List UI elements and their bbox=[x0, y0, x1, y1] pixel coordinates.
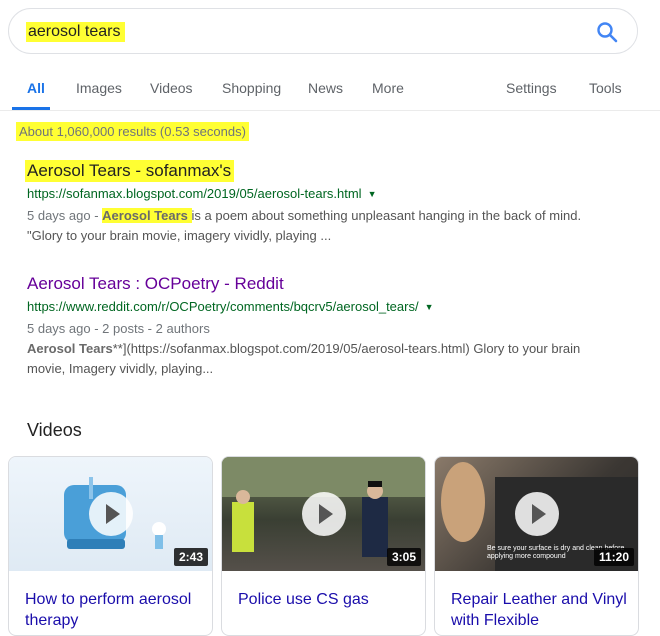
result-date: 5 days ago - bbox=[27, 208, 103, 223]
snippet-keyword: Aerosol Tears bbox=[102, 208, 192, 223]
video-thumbnail[interactable]: 2:43 bbox=[9, 457, 212, 571]
caret-down-icon[interactable]: ▼ bbox=[425, 298, 434, 316]
search-input[interactable]: aerosol tears bbox=[26, 22, 125, 42]
result-date: 5 days ago - 2 posts - 2 authors bbox=[27, 321, 210, 336]
video-title[interactable]: How to perform aerosol therapy bbox=[25, 589, 202, 631]
result-title-link[interactable]: Aerosol Tears : OCPoetry - Reddit bbox=[25, 273, 287, 295]
result-url-text[interactable]: https://sofanmax.blogspot.com/2019/05/ae… bbox=[27, 186, 362, 201]
result-title-link[interactable]: Aerosol Tears - sofanmax's bbox=[25, 160, 235, 182]
video-duration: 3:05 bbox=[386, 548, 421, 566]
play-icon[interactable] bbox=[302, 492, 346, 536]
video-thumbnail[interactable]: Be sure your surface is dry and clean be… bbox=[435, 457, 638, 571]
search-result: Aerosol Tears : OCPoetry - Reddit https:… bbox=[27, 273, 627, 379]
tab-settings[interactable]: Settings bbox=[506, 80, 557, 96]
tab-images[interactable]: Images bbox=[76, 80, 122, 96]
search-bar[interactable]: aerosol tears bbox=[8, 8, 638, 54]
search-icon[interactable] bbox=[595, 20, 619, 44]
snippet-text-line2: movie, Imagery vividly, playing... bbox=[27, 361, 214, 376]
tab-shopping[interactable]: Shopping bbox=[222, 80, 281, 96]
snippet-text: **](https://sofanmax.blogspot.com/2019/0… bbox=[112, 341, 581, 356]
video-thumbnail[interactable]: 3:05 bbox=[222, 457, 425, 571]
video-card[interactable]: Be sure your surface is dry and clean be… bbox=[434, 456, 639, 636]
snippet-text-line2: "Glory to your brain movie, imagery vivi… bbox=[27, 228, 332, 243]
tab-tools[interactable]: Tools bbox=[589, 80, 622, 96]
result-url-text[interactable]: https://www.reddit.com/r/OCPoetry/commen… bbox=[27, 299, 419, 314]
tab-videos[interactable]: Videos bbox=[150, 80, 193, 96]
snippet-text: is a poem about something unpleasant han… bbox=[191, 208, 582, 223]
video-card[interactable]: 2:43 How to perform aerosol therapy bbox=[8, 456, 213, 636]
video-title[interactable]: Repair Leather and Vinyl with Flexible bbox=[451, 589, 628, 631]
tab-more[interactable]: More bbox=[372, 80, 404, 96]
tab-all[interactable]: All bbox=[27, 80, 45, 96]
video-title[interactable]: Police use CS gas bbox=[238, 589, 415, 610]
tabs-divider bbox=[0, 110, 660, 111]
video-duration: 11:20 bbox=[593, 548, 634, 566]
result-snippet: 5 days ago - Aerosol Tears is a poem abo… bbox=[27, 206, 627, 246]
tab-news[interactable]: News bbox=[308, 80, 343, 96]
result-url: https://sofanmax.blogspot.com/2019/05/ae… bbox=[27, 185, 627, 204]
videos-heading: Videos bbox=[27, 420, 82, 440]
play-icon[interactable] bbox=[515, 492, 559, 536]
result-snippet: 5 days ago - 2 posts - 2 authors Aerosol… bbox=[27, 319, 627, 379]
snippet-keyword: Aerosol Tears bbox=[27, 341, 113, 356]
search-result: Aerosol Tears - sofanmax's https://sofan… bbox=[25, 160, 627, 246]
caret-down-icon[interactable]: ▼ bbox=[368, 185, 377, 203]
result-stats: About 1,060,000 results (0.53 seconds) bbox=[16, 122, 249, 141]
search-tabs: All Images Videos Shopping News More Set… bbox=[0, 70, 660, 110]
result-url: https://www.reddit.com/r/OCPoetry/commen… bbox=[27, 298, 627, 317]
play-icon[interactable] bbox=[89, 492, 133, 536]
video-duration: 2:43 bbox=[173, 548, 208, 566]
video-card[interactable]: 3:05 Police use CS gas bbox=[221, 456, 426, 636]
